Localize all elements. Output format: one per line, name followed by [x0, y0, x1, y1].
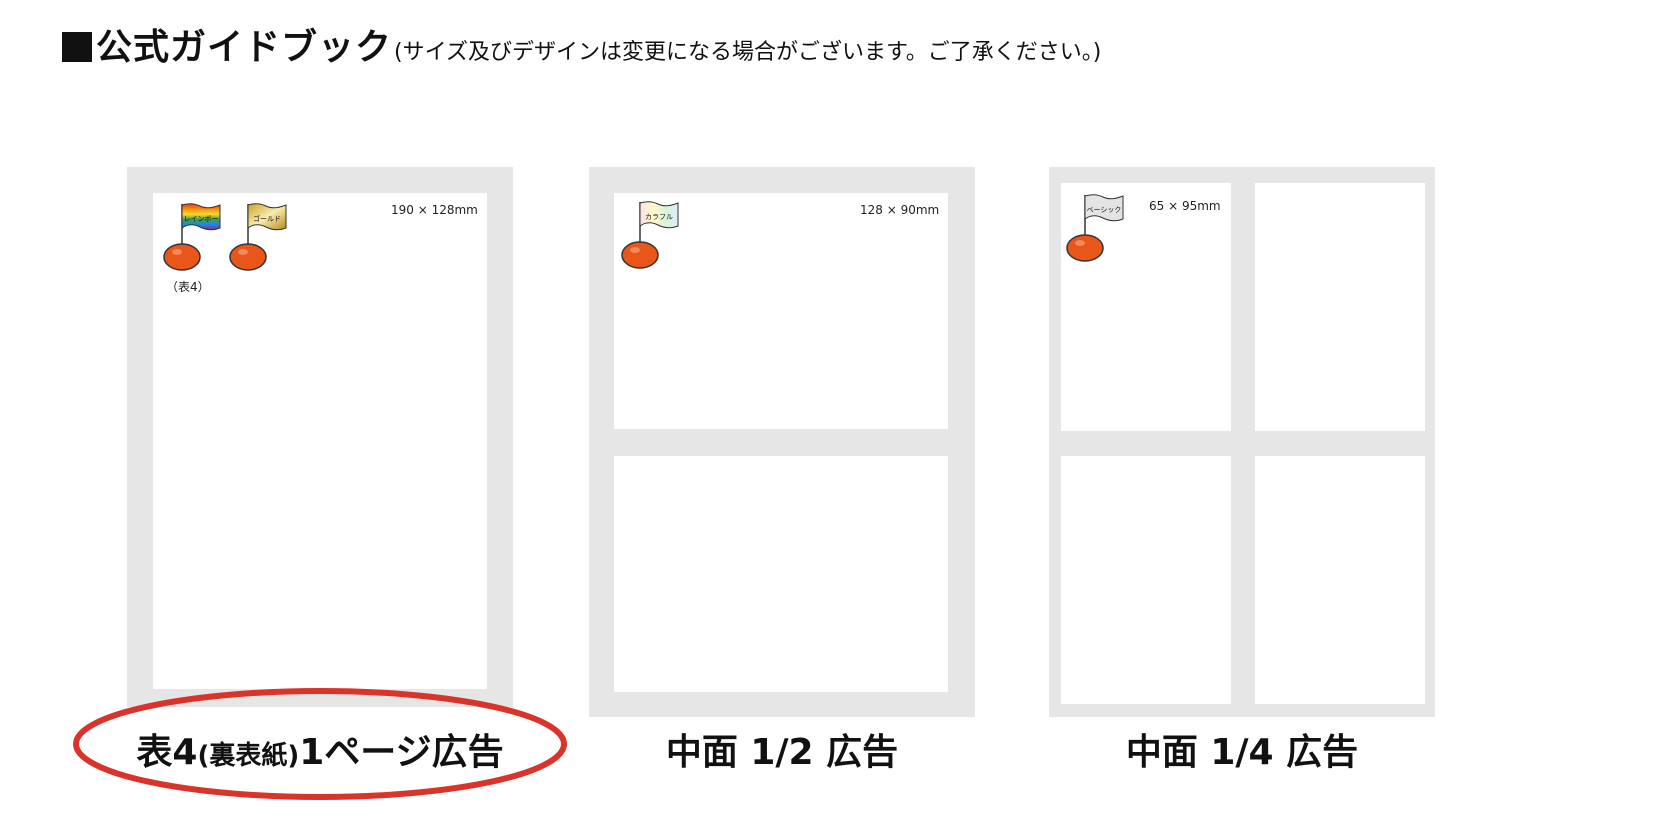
page-area-quarter-bottom-left: [1061, 456, 1231, 704]
size-label: 65 × 95mm: [1149, 199, 1221, 213]
caption-paren-close: ): [287, 741, 300, 771]
caption-back-cover: 表4(裏表紙)1ページ広告: [70, 723, 570, 775]
gold-flag-pin-icon: ゴールド: [229, 203, 287, 271]
size-label: 190 × 128mm: [391, 203, 478, 217]
colorful-flag-pin-icon: カラフル: [621, 201, 679, 269]
title-main: 公式ガイドブック: [96, 27, 393, 68]
black-square-icon: [62, 32, 92, 62]
page-area-half-bottom: [614, 456, 948, 692]
rainbow-flag-pin-icon: レインボー: [163, 203, 221, 271]
basic-flag-pin-icon: ベーシック: [1066, 194, 1124, 262]
caption-paren-open: (: [197, 741, 210, 771]
caption-post: 1ページ広告: [299, 732, 504, 773]
caption-quarter-page: 中面 1/4 広告: [1125, 732, 1359, 773]
caption-paren-text: 裏表紙: [209, 741, 288, 771]
flag-label: ゴールド: [253, 214, 281, 223]
page-title: 公式ガイドブック(サイズ及びデザインは変更になる場合がございます。ご了承ください…: [62, 30, 1101, 66]
page-area-quarter-top-right: [1255, 183, 1425, 431]
page-area-quarter-bottom-right: [1255, 456, 1425, 704]
flag-label: レインボー: [184, 215, 219, 223]
flag-label: ベーシック: [1087, 206, 1122, 214]
size-label: 128 × 90mm: [860, 203, 940, 217]
caption-pre: 表4: [136, 732, 198, 773]
caption-half-page: 中面 1/2 広告: [665, 732, 899, 773]
title-note: (サイズ及びデザインは変更になる場合がございます。ご了承ください。): [394, 40, 1102, 65]
flag-label: カラフル: [645, 213, 673, 221]
sub-label: （表4）: [166, 280, 210, 294]
